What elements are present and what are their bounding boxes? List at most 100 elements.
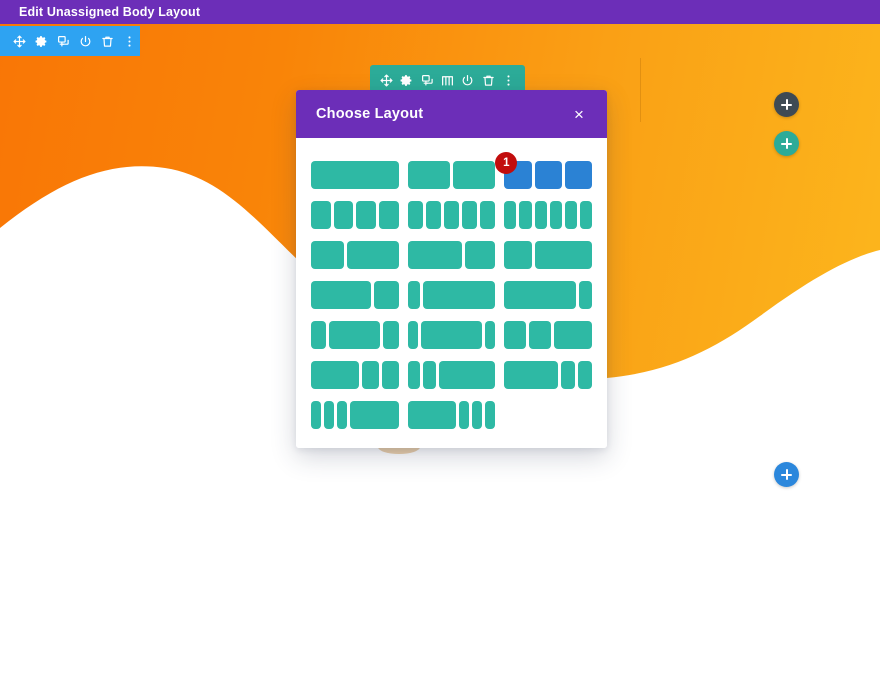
layout-column xyxy=(407,401,456,429)
layout-column xyxy=(504,241,532,269)
layout-option-cell xyxy=(504,195,592,235)
layout-column xyxy=(564,161,592,189)
modal-body: 1 xyxy=(296,138,607,448)
layout-6-columns[interactable] xyxy=(504,201,592,229)
layout-option-cell xyxy=(407,275,496,315)
layout-column xyxy=(346,241,399,269)
layout-column xyxy=(549,201,562,229)
layout-narrow-wide-narrow[interactable] xyxy=(311,321,399,349)
layout-column xyxy=(383,321,399,349)
admin-bar-title: Edit Unassigned Body Layout xyxy=(19,5,201,19)
move-icon[interactable] xyxy=(8,26,30,56)
layout-2-columns[interactable] xyxy=(407,161,496,189)
layout-5-columns[interactable] xyxy=(407,201,496,229)
layout-option-cell xyxy=(407,395,496,435)
layout-column xyxy=(504,321,527,349)
layout-option-cell xyxy=(407,195,496,235)
power-icon[interactable] xyxy=(74,26,96,56)
layout-thin-wide-thin[interactable] xyxy=(407,321,496,349)
layout-column xyxy=(472,401,483,429)
layout-column xyxy=(407,361,421,389)
layout-column xyxy=(423,361,437,389)
layout-column xyxy=(407,281,421,309)
layout-column xyxy=(504,361,558,389)
layout-column xyxy=(534,201,547,229)
layout-column xyxy=(564,201,577,229)
layout-column xyxy=(311,321,327,349)
add-new-row-button[interactable] xyxy=(774,131,799,156)
layout-column xyxy=(379,201,399,229)
layout-column xyxy=(425,201,441,229)
layout-column xyxy=(554,321,592,349)
layout-option-cell xyxy=(311,315,399,355)
layout-option-cell xyxy=(504,275,592,315)
duplicate-icon[interactable] xyxy=(52,26,74,56)
layout-three-thin-wide[interactable] xyxy=(311,401,399,429)
layout-option-cell xyxy=(311,155,399,195)
layout-4-columns[interactable] xyxy=(311,201,399,229)
trash-icon[interactable] xyxy=(96,26,118,56)
layout-column xyxy=(465,241,496,269)
layout-column xyxy=(333,201,354,229)
add-new-section-button[interactable] xyxy=(774,92,799,117)
layout-column xyxy=(443,201,460,229)
layout-two-narrow-wide[interactable] xyxy=(407,361,496,389)
layout-3-columns[interactable] xyxy=(504,161,592,189)
plus-icon xyxy=(781,99,792,110)
layout-wide-narrow-narrow[interactable] xyxy=(504,361,592,389)
layout-threequarter-quarter[interactable] xyxy=(311,281,399,309)
plus-icon xyxy=(781,138,792,149)
layout-column xyxy=(458,401,470,429)
layout-option-cell xyxy=(504,235,592,275)
layout-narrow-wide[interactable] xyxy=(407,281,496,309)
layout-options-grid: 1 xyxy=(311,152,592,435)
layout-quarter-threequarter[interactable] xyxy=(504,241,592,269)
layout-column xyxy=(356,201,377,229)
layout-column xyxy=(504,201,517,229)
layout-option-cell xyxy=(311,235,399,275)
layout-column xyxy=(453,161,496,189)
layout-column xyxy=(381,361,399,389)
layout-column xyxy=(485,401,496,429)
layout-column xyxy=(579,201,592,229)
modal-title: Choose Layout xyxy=(316,106,424,122)
layout-column xyxy=(423,281,496,309)
layout-column xyxy=(462,201,478,229)
layout-column xyxy=(529,321,552,349)
layout-column xyxy=(420,321,483,349)
layout-column xyxy=(311,401,322,429)
layout-wide-two-narrow[interactable] xyxy=(311,361,399,389)
layout-column xyxy=(534,241,592,269)
close-icon[interactable]: × xyxy=(568,103,590,125)
admin-bar: Edit Unassigned Body Layout xyxy=(0,0,880,24)
layout-option-cell xyxy=(407,155,496,195)
layout-column xyxy=(324,401,335,429)
layout-column xyxy=(311,201,331,229)
more-options-icon[interactable] xyxy=(118,26,140,56)
layout-option-cell xyxy=(311,355,399,395)
layout-equal-equal-wide[interactable] xyxy=(504,321,592,349)
add-section-bottom-button[interactable] xyxy=(774,462,799,487)
layout-column xyxy=(311,361,360,389)
section-toolbar[interactable] xyxy=(0,26,140,56)
layout-option-cell xyxy=(311,195,399,235)
layout-column xyxy=(439,361,496,389)
layout-column xyxy=(311,281,371,309)
layout-wide-three-thin[interactable] xyxy=(407,401,496,429)
layout-column xyxy=(519,201,532,229)
layout-wide-narrow[interactable] xyxy=(504,281,592,309)
layout-1-column[interactable] xyxy=(311,161,399,189)
layout-twothirds-third[interactable] xyxy=(407,241,496,269)
layout-column xyxy=(504,281,576,309)
builder-canvas: Edit Unassigned Body Layout Choose Layou… xyxy=(0,0,880,676)
layout-column xyxy=(485,321,496,349)
layout-option-cell xyxy=(407,355,496,395)
plus-icon xyxy=(781,469,792,480)
layout-column xyxy=(337,401,348,429)
layout-column xyxy=(578,281,592,309)
gear-icon[interactable] xyxy=(30,26,52,56)
layout-column xyxy=(407,161,450,189)
layout-column xyxy=(534,161,562,189)
layout-third-twothirds[interactable] xyxy=(311,241,399,269)
layout-column xyxy=(480,201,496,229)
